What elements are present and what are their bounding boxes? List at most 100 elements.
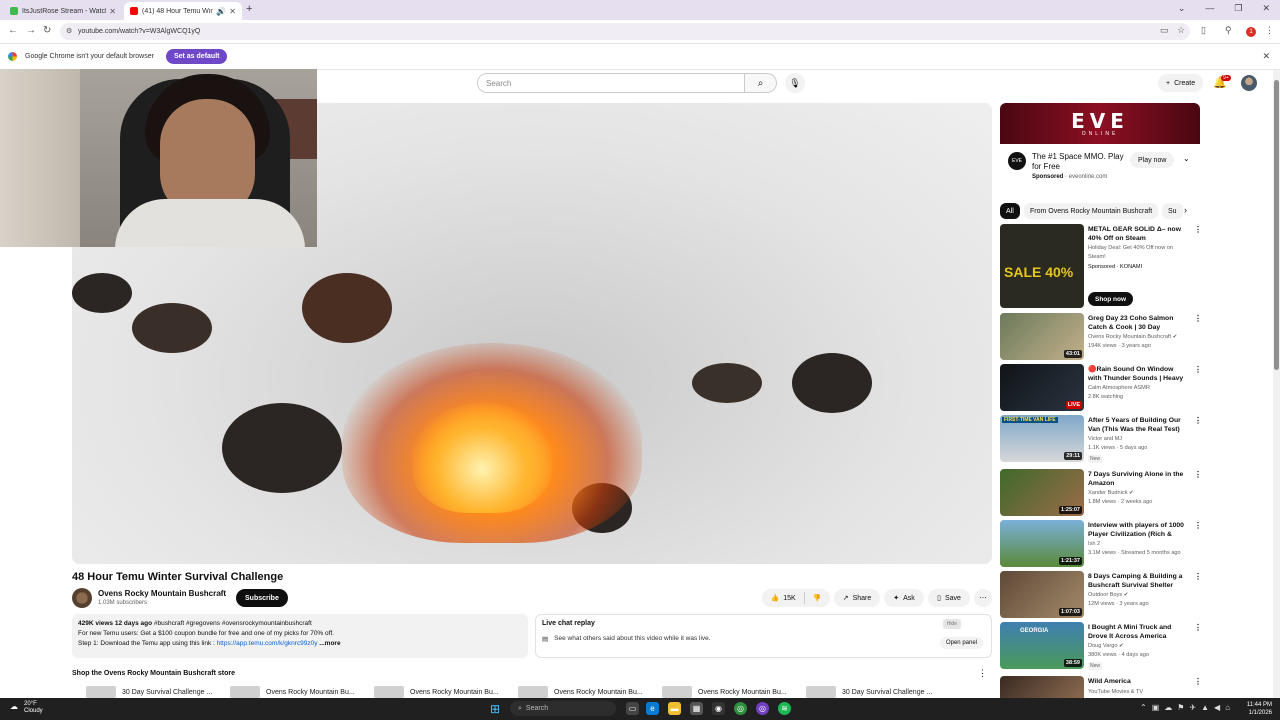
close-window-icon[interactable]: ✕ [1262, 3, 1270, 14]
extensions-icon[interactable]: ⚲ [1225, 25, 1232, 36]
menu-dots-icon[interactable]: ⋮ [1265, 25, 1274, 36]
weather-widget[interactable]: ☁ 20°F Cloudy [10, 701, 43, 715]
store-icon[interactable]: ▦ [690, 702, 703, 715]
store-item[interactable]: 30 Day Survival Challenge ... [806, 686, 932, 698]
search-button[interactable]: ⌕ [745, 73, 777, 93]
share-button[interactable]: ↗ Share [834, 589, 880, 607]
bookmark-star-icon[interactable]: ☆ [1177, 25, 1185, 36]
more-dots-icon[interactable]: ⋮ [1194, 314, 1202, 323]
chrome-icon[interactable]: ◎ [734, 702, 747, 715]
store-item[interactable]: 30 Day Survival Challenge ... [86, 686, 212, 698]
video-thumbnail[interactable]: 43:01 [1000, 313, 1084, 360]
rec-item[interactable]: 1:07:03 8 Days Camping & Building a Bush… [1000, 571, 1202, 619]
create-button[interactable]: + Create [1158, 74, 1204, 92]
save-button[interactable]: ▯ Save [928, 589, 970, 607]
ad-banner[interactable]: EVE ONLINE [1000, 103, 1200, 144]
video-thumbnail[interactable]: FIRST-TIME VAN LIFE 29:11 [1000, 415, 1084, 462]
maximize-icon[interactable]: ❐ [1234, 3, 1242, 14]
more-dots-icon[interactable]: ⋮ [1194, 416, 1202, 425]
rec-item[interactable]: 1:21:37 Interview with players of 1000 P… [1000, 520, 1202, 568]
rec-item[interactable]: Wild America YouTube Movies & TV ⋮ [1000, 676, 1200, 698]
speaker-icon[interactable]: 🔊 [216, 7, 226, 16]
task-view-icon[interactable]: ▭ [626, 702, 639, 715]
browser-tab-active[interactable]: (41) 48 Hour Temu Winter S 🔊 ✕ [124, 2, 242, 20]
search-input[interactable]: Search [477, 73, 745, 93]
dislike-button[interactable]: 👎 [813, 594, 822, 602]
system-tray-icons[interactable]: ⌃▣☁⚑✈▲◀⌂ [1140, 703, 1235, 712]
chevron-right-icon[interactable]: › [1184, 205, 1187, 215]
video-thumbnail[interactable]: 1:07:03 [1000, 571, 1084, 618]
more-dots-icon[interactable]: ⋮ [1194, 677, 1200, 686]
windows-start-icon[interactable]: ⊞ [490, 702, 500, 716]
back-icon[interactable]: ← [8, 25, 18, 36]
rec-item[interactable]: LIVE 🔴Rain Sound On Window with Thunder … [1000, 364, 1202, 412]
chrome-profile-icon[interactable]: ◎ [756, 702, 769, 715]
store-item[interactable]: Ovens Rocky Mountain Bu... [374, 686, 499, 698]
reload-icon[interactable]: ↻ [43, 25, 51, 36]
video-thumbnail[interactable] [1000, 676, 1084, 698]
video-thumbnail[interactable]: 1:25:07 [1000, 469, 1084, 516]
spotify-icon[interactable]: ≋ [778, 702, 791, 715]
more-dots-icon[interactable]: ⋮ [1194, 623, 1202, 632]
store-item[interactable]: Ovens Rocky Mountain Bu... [662, 686, 787, 698]
site-info-icon[interactable]: ⚙ [66, 27, 72, 35]
open-panel-button[interactable]: Open panel [939, 637, 983, 649]
clock[interactable]: 11:44 PM 1/1/2026 [1247, 701, 1272, 717]
more-dots-icon[interactable]: ⋮ [1194, 225, 1202, 234]
video-thumbnail[interactable]: GEORGIA 38:59 [1000, 622, 1084, 669]
set-default-button[interactable]: Set as default [165, 49, 228, 64]
subscribe-button[interactable]: Subscribe [236, 589, 288, 607]
profile-avatar[interactable]: 1 [1246, 27, 1256, 37]
more-dots-icon[interactable]: ⋮ [1194, 572, 1202, 581]
more-dots-icon[interactable]: ⋮ [978, 668, 987, 679]
hide-chat-button[interactable]: Hide [942, 619, 961, 629]
advertiser-avatar[interactable]: EVE [1008, 152, 1026, 170]
close-icon[interactable]: ✕ [1262, 51, 1270, 62]
description-box[interactable]: 429K views 12 days ago #bushcraft #grego… [72, 614, 528, 658]
rec-item[interactable]: 1:25:07 7 Days Surviving Alone in the Am… [1000, 469, 1202, 517]
more-actions-button[interactable]: ⋯ [974, 589, 992, 607]
play-now-button[interactable]: Play now [1130, 152, 1175, 168]
browser-tab[interactable]: ItsJustRose Stream - Watch Live ✕ [4, 2, 122, 20]
show-more-link[interactable]: ...more [319, 640, 340, 647]
taskbar-search-input[interactable]: ⌕ Search [510, 701, 616, 716]
rec-item[interactable]: 43:01 Greg Day 23 Coho Salmon Catch & Co… [1000, 313, 1202, 361]
user-avatar[interactable] [1241, 75, 1257, 91]
new-tab-icon[interactable]: + [246, 3, 252, 15]
store-item[interactable]: Ovens Rocky Mountain Bu... [518, 686, 643, 698]
forward-icon[interactable]: → [26, 25, 36, 36]
cast-icon[interactable]: ▭ [1160, 25, 1169, 36]
video-thumbnail[interactable]: LIVE [1000, 364, 1084, 411]
chip-all[interactable]: All [1000, 203, 1020, 219]
channel-avatar[interactable] [72, 588, 92, 608]
app-icon[interactable]: ◉ [712, 702, 725, 715]
scrollbar-thumb[interactable] [1274, 80, 1279, 370]
more-dots-icon[interactable]: ⋮ [1194, 521, 1202, 530]
minimize-icon[interactable]: — [1205, 3, 1214, 14]
side-panel-icon[interactable]: ▯ [1201, 25, 1206, 36]
store-item[interactable]: Ovens Rocky Mountain Bu... [230, 686, 355, 698]
rec-item[interactable]: GEORGIA 38:59 I Bought A Mini Truck and … [1000, 622, 1202, 670]
more-dots-icon[interactable]: ⋮ [1194, 365, 1202, 374]
channel-name[interactable]: Ovens Rocky Mountain Bushcraft [98, 589, 226, 598]
voice-search-button[interactable]: 🎙 [785, 73, 805, 93]
description-tags[interactable]: #bushcraft #gregovens #ovensrockymountai… [154, 620, 312, 627]
chevron-down-icon[interactable]: ⌄ [1183, 154, 1190, 163]
ask-button[interactable]: ✦ Ask [884, 589, 924, 607]
ad-title[interactable]: The #1 Space MMO. Play for Free [1032, 152, 1128, 172]
more-dots-icon[interactable]: ⋮ [1194, 470, 1202, 479]
video-thumbnail[interactable]: SALE 40% [1000, 224, 1084, 308]
file-explorer-icon[interactable]: ▬ [668, 702, 681, 715]
close-tab-icon[interactable]: ✕ [109, 7, 116, 16]
chip-from-channel[interactable]: From Ovens Rocky Mountain Bushcraft [1024, 203, 1159, 219]
url-field[interactable]: ⚙ youtube.com/watch?v=W3AlgWCQ1yQ [60, 23, 1190, 40]
chip-su[interactable]: Su [1162, 203, 1183, 219]
close-tab-icon[interactable]: ✕ [229, 7, 236, 16]
video-thumbnail[interactable]: 1:21:37 [1000, 520, 1084, 567]
rec-item[interactable]: FIRST-TIME VAN LIFE 29:11 After 5 Years … [1000, 415, 1202, 463]
like-button[interactable]: 👍 15K [771, 594, 796, 603]
shop-now-button[interactable]: Shop now [1088, 292, 1134, 306]
edge-icon[interactable]: e [646, 702, 659, 715]
tab-search-icon[interactable]: ⌄ [1178, 3, 1186, 14]
description-link[interactable]: https://app.temu.com/k/gknrc99z0y [217, 640, 318, 647]
